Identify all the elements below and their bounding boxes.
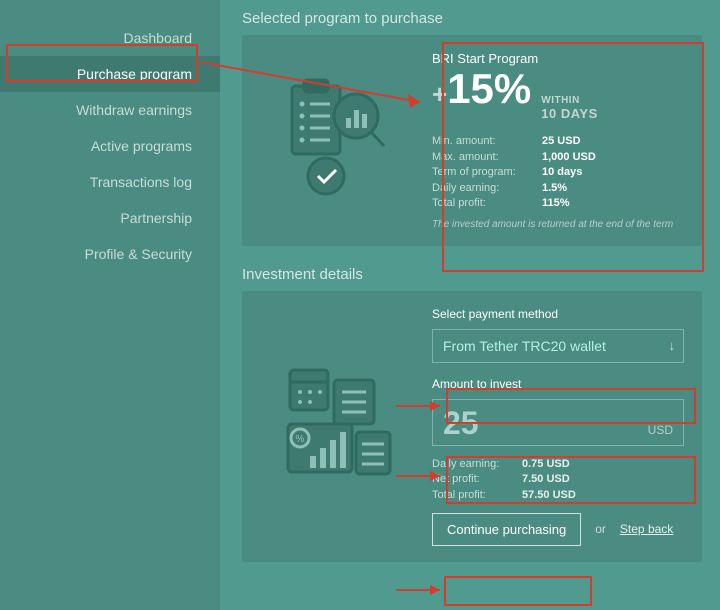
days-text: 10 DAYS bbox=[541, 107, 598, 122]
detail-label: Total profit: bbox=[432, 489, 522, 501]
svg-text:%: % bbox=[296, 434, 305, 445]
stat-value: 10 days bbox=[542, 166, 582, 178]
sidebar-label: Active programs bbox=[91, 138, 192, 154]
or-text: or bbox=[595, 522, 606, 536]
detail-value: 7.50 USD bbox=[522, 473, 570, 485]
detail-label: Daily earning: bbox=[432, 458, 522, 470]
program-illustration bbox=[260, 51, 410, 230]
chevron-down-icon: ↓ bbox=[669, 338, 676, 353]
within-text: WITHIN bbox=[541, 95, 598, 107]
sidebar-item-transactions-log[interactable]: Transactions log bbox=[0, 164, 220, 200]
sidebar-label: Partnership bbox=[120, 210, 192, 226]
step-back-link[interactable]: Step back bbox=[620, 522, 673, 536]
program-content: BRI Start Program + 15% WITHIN 10 DAYS M… bbox=[432, 51, 684, 230]
program-panel: BRI Start Program + 15% WITHIN 10 DAYS M… bbox=[242, 35, 702, 246]
payment-method-select[interactable]: From Tether TRC20 wallet ↓ bbox=[432, 329, 684, 363]
investment-panel: % Select payment method From Tether bbox=[242, 291, 702, 561]
amount-value: 25 bbox=[443, 404, 479, 442]
detail-value: 0.75 USD bbox=[522, 458, 570, 470]
stat-label: Max. amount: bbox=[432, 151, 542, 163]
stat-label: Term of program: bbox=[432, 166, 542, 178]
payment-method-value: From Tether TRC20 wallet bbox=[443, 338, 606, 354]
amount-input[interactable]: 25 USD bbox=[432, 399, 684, 445]
sidebar-item-partnership[interactable]: Partnership bbox=[0, 200, 220, 236]
clipboard-chart-icon bbox=[270, 76, 400, 206]
section-title-program: Selected program to purchase bbox=[242, 10, 702, 27]
sidebar: Dashboard Purchase program Withdraw earn… bbox=[0, 0, 220, 610]
detail-label: Net profit: bbox=[432, 473, 522, 485]
sidebar-item-withdraw-earnings[interactable]: Withdraw earnings bbox=[0, 92, 220, 128]
percent-value: 15% bbox=[447, 70, 531, 108]
stat-value: 1,000 USD bbox=[542, 151, 596, 163]
continue-purchasing-button[interactable]: Continue purchasing bbox=[432, 513, 581, 546]
sidebar-label: Withdraw earnings bbox=[76, 102, 192, 118]
program-footnote: The invested amount is returned at the e… bbox=[432, 219, 684, 230]
detail-value: 57.50 USD bbox=[522, 489, 576, 501]
sidebar-item-dashboard[interactable]: Dashboard bbox=[0, 20, 220, 56]
stat-value: 115% bbox=[542, 197, 570, 209]
sidebar-item-profile-security[interactable]: Profile & Security bbox=[0, 236, 220, 272]
amount-label: Amount to invest bbox=[432, 377, 684, 391]
amount-currency: USD bbox=[648, 423, 673, 437]
main-content: Selected program to purchase bbox=[220, 0, 720, 610]
stat-value: 1.5% bbox=[542, 182, 567, 194]
sidebar-label: Transactions log bbox=[90, 174, 192, 190]
investment-illustration: % bbox=[260, 307, 410, 545]
section-title-investment: Investment details bbox=[242, 266, 702, 283]
calendar-chart-icon: % bbox=[270, 362, 400, 492]
sidebar-label: Dashboard bbox=[124, 30, 193, 46]
stat-label: Total profit: bbox=[432, 197, 542, 209]
investment-content: Select payment method From Tether TRC20 … bbox=[432, 307, 684, 545]
sidebar-label: Purchase program bbox=[77, 66, 192, 82]
sidebar-item-purchase-program[interactable]: Purchase program bbox=[0, 56, 220, 92]
plus-sign: + bbox=[432, 81, 447, 107]
stat-label: Daily earning: bbox=[432, 182, 542, 194]
program-hero: + 15% WITHIN 10 DAYS bbox=[432, 70, 684, 121]
sidebar-label: Profile & Security bbox=[85, 246, 192, 262]
program-name: BRI Start Program bbox=[432, 51, 684, 66]
payment-method-label: Select payment method bbox=[432, 307, 684, 321]
sidebar-item-active-programs[interactable]: Active programs bbox=[0, 128, 220, 164]
stat-value: 25 USD bbox=[542, 135, 581, 147]
stat-label: Min. amount: bbox=[432, 135, 542, 147]
